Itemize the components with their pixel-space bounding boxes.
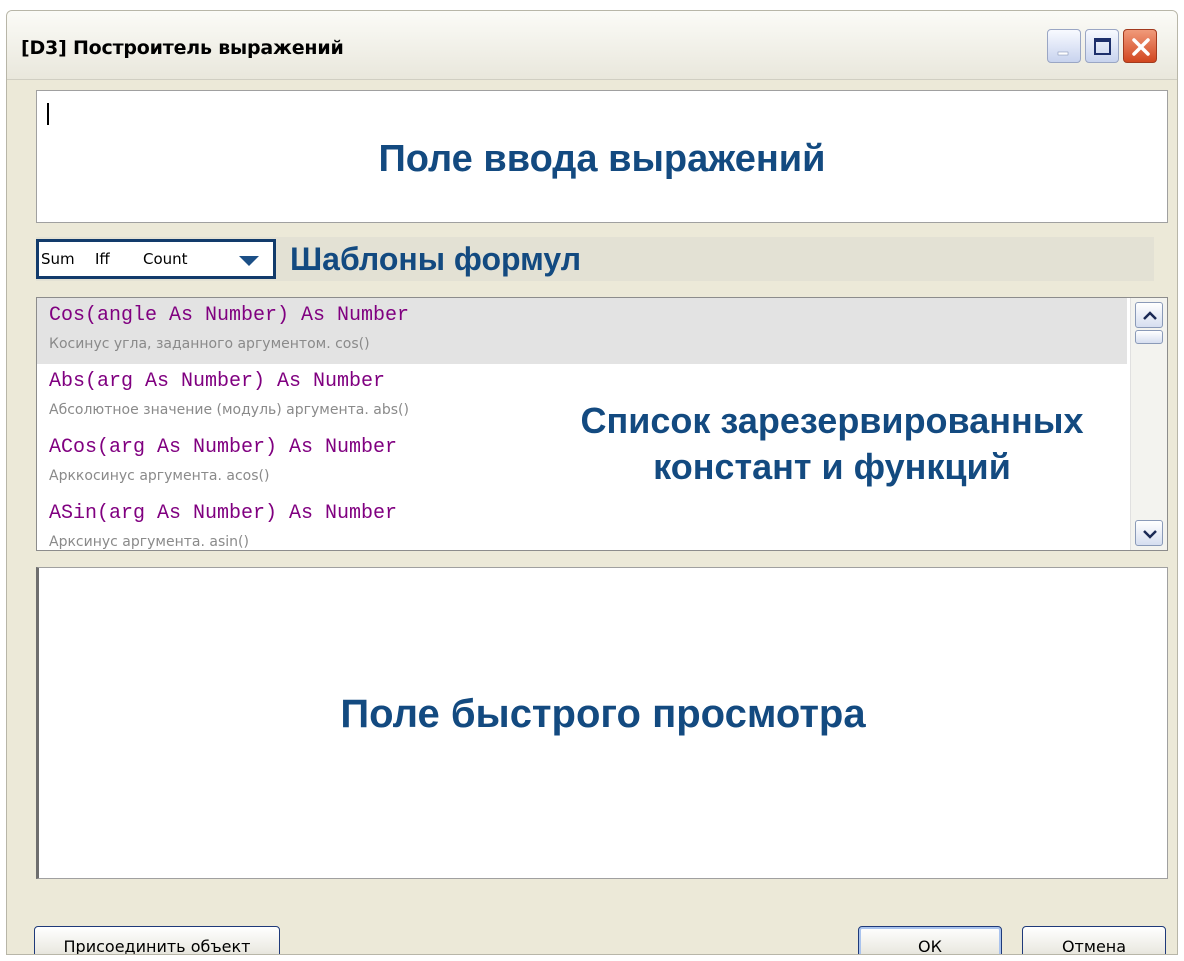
formula-templates-dropdown[interactable]: Sum Iff Count	[36, 239, 276, 279]
function-signature: Cos(angle As Number) As Number	[49, 304, 410, 327]
template-sum[interactable]: Sum	[41, 250, 75, 268]
maximize-icon	[1094, 38, 1111, 55]
list-item[interactable]: ASin(arg As Number) As Number Арксинус а…	[37, 496, 1127, 550]
template-iff[interactable]: Iff	[95, 250, 110, 268]
list-item[interactable]: Cos(angle As Number) As Number Косинус у…	[37, 298, 1127, 364]
template-count[interactable]: Count	[143, 250, 188, 268]
expression-builder-window: [D3] Построитель выражений Поле ввода вы…	[6, 10, 1178, 955]
chevron-up-icon	[1143, 311, 1157, 320]
ok-button[interactable]: ОК	[858, 926, 1002, 954]
minimize-button[interactable]	[1047, 29, 1081, 63]
quick-preview-field[interactable]: Поле быстрого просмотра	[36, 567, 1168, 879]
annotation-line-1: Список зарезервированных	[580, 400, 1084, 441]
expression-input-field[interactable]: Поле ввода выражений	[36, 90, 1168, 223]
text-caret	[47, 103, 49, 125]
function-signature: ASin(arg As Number) As Number	[49, 502, 398, 525]
function-description: Арксинус аргумента. asin()	[49, 534, 249, 550]
scroll-down-button[interactable]	[1135, 520, 1163, 546]
close-icon	[1132, 38, 1150, 56]
window-title: [D3] Построитель выражений	[21, 37, 344, 59]
quick-preview-annotation: Поле быстрого просмотра	[340, 692, 866, 736]
function-description: Абсолютное значение (модуль) аргумента. …	[49, 402, 409, 418]
vertical-scrollbar[interactable]	[1130, 298, 1167, 550]
minimize-icon	[1057, 51, 1069, 56]
functions-list[interactable]: Cos(angle As Number) As Number Косинус у…	[36, 297, 1168, 551]
close-button[interactable]	[1123, 29, 1157, 63]
chevron-down-icon	[1143, 530, 1157, 539]
function-description: Арккосинус аргумента. acos()	[49, 468, 270, 484]
cancel-button[interactable]: Отмена	[1022, 926, 1166, 954]
expression-input-annotation: Поле ввода выражений	[378, 138, 826, 180]
annotation-line-2: констант и функций	[653, 446, 1011, 487]
formula-templates-bar: Sum Iff Count Шаблоны формул	[36, 237, 1154, 281]
dropdown-arrow-icon[interactable]	[239, 256, 259, 266]
functions-list-annotation: Список зарезервированных констант и функ…	[512, 398, 1152, 490]
function-description: Косинус угла, заданного аргументом. cos(…	[49, 336, 370, 352]
attach-object-button[interactable]: Присоединить объект	[34, 926, 280, 954]
scroll-thumb[interactable]	[1135, 330, 1163, 344]
title-bar[interactable]: [D3] Построитель выражений	[7, 11, 1177, 80]
formula-templates-annotation: Шаблоны формул	[290, 241, 582, 277]
function-signature: ACos(arg As Number) As Number	[49, 436, 398, 459]
maximize-button[interactable]	[1085, 29, 1119, 63]
function-signature: Abs(arg As Number) As Number	[49, 370, 386, 393]
scroll-up-button[interactable]	[1135, 302, 1163, 328]
